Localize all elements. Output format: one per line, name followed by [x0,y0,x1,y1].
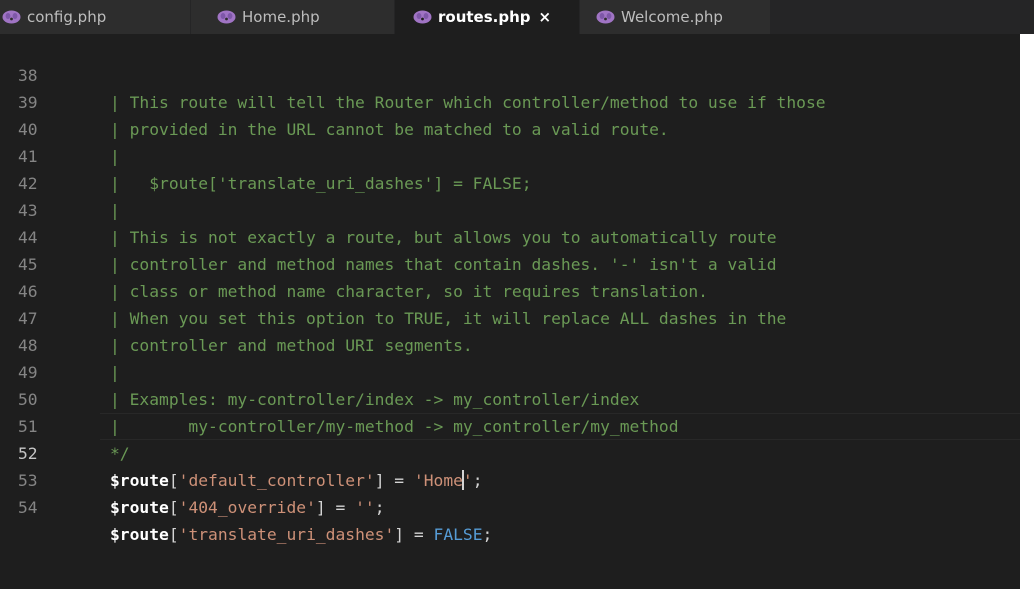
tab-bar-empty-area [771,0,1034,34]
code-line: 49 | Examples: my-controller/index -> my… [0,332,1020,409]
tab-home-php[interactable]: Home.php [191,0,395,34]
tab-routes-php[interactable]: routes.php × [395,0,580,34]
code-line: 47 | controller and method URI segments. [0,278,1020,355]
code-editor[interactable]: 38 | This route will tell the Router whi… [0,34,1034,589]
code-line: 43 | This is not exactly a route, but al… [0,170,1020,247]
code-line: 54 $route['translate_uri_dashes'] = FALS… [0,467,1020,544]
editor-tab-bar: config.php Home.php routes.php × Welcome… [0,0,1034,34]
code-statement: $route['translate_uri_dashes'] = FALSE; [110,521,492,548]
code-line: 53 $route['404_override'] = ''; [0,440,1020,517]
code-line: 42 | [0,143,1020,220]
code-line: 41 | $route['translate_uri_dashes'] = FA… [0,116,1020,193]
code-line: 45 | class or method name character, so … [0,224,1020,301]
code-line: 44 | controller and method names that co… [0,197,1020,274]
code-line: 40 | [0,89,1020,166]
tab-label: Welcome.php [621,8,723,26]
php-elephant-icon [2,10,21,24]
tab-label: routes.php [438,8,531,26]
semicolon-token: ; [482,525,493,544]
window-edge [1020,34,1034,589]
tab-label: Home.php [242,8,320,26]
php-elephant-icon [413,10,432,24]
keyword-token: FALSE [433,525,483,544]
code-line: 38 | This route will tell the Router whi… [0,35,1020,112]
tab-config-php[interactable]: config.php [0,0,191,34]
php-elephant-icon [596,10,615,24]
bracket-token: [ [168,525,179,544]
operator-token: ] = [394,525,434,544]
code-line: 48 | [0,305,1020,382]
code-editor-window: config.php Home.php routes.php × Welcome… [0,0,1034,589]
close-icon[interactable]: × [539,9,552,25]
variable-token: $route [110,525,169,544]
code-line: 39 | provided in the URL cannot be match… [0,62,1020,139]
code-line-partial: 55 [0,494,1020,508]
tab-label: config.php [27,8,107,26]
code-line-current: 52 $route['default_controller'] = 'Home'… [0,413,1020,490]
tab-welcome-php[interactable]: Welcome.php [580,0,771,34]
php-elephant-icon [217,10,236,24]
code-line: 46 | When you set this option to TRUE, i… [0,251,1020,328]
string-token: 'translate_uri_dashes' [178,525,395,544]
code-line: 50 | my-controller/my-method -> my_contr… [0,359,1020,436]
code-line: 51 */ [0,386,1020,463]
